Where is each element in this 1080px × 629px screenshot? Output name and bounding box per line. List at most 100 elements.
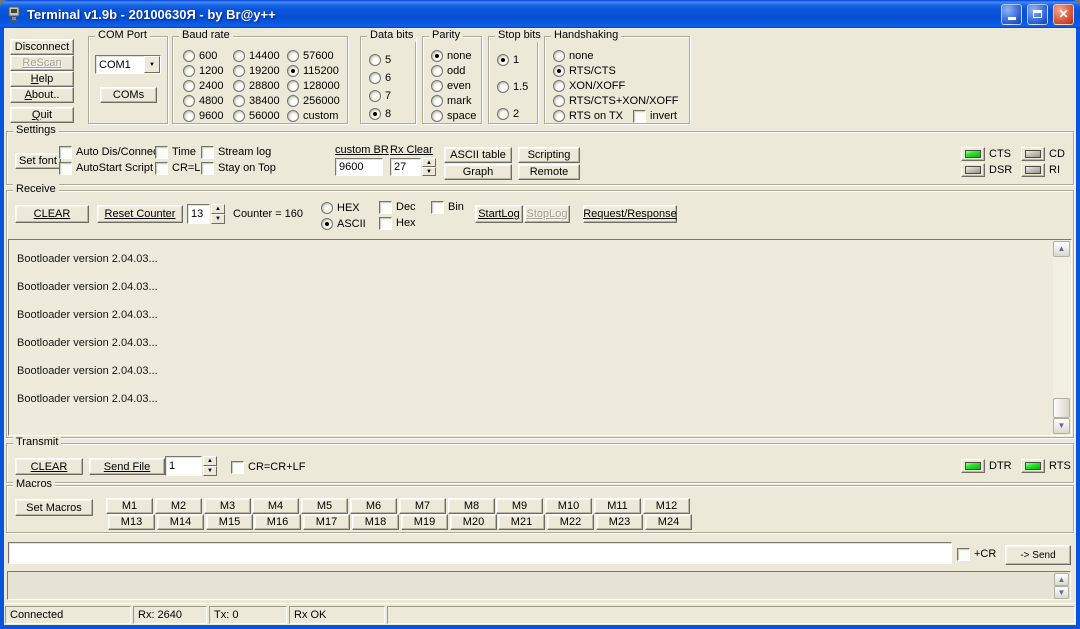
transmit-clear-button[interactable]: CLEAR (15, 458, 83, 475)
baud-option-1200[interactable]: 1200 (183, 64, 223, 78)
chevron-down-icon[interactable]: ▼ (144, 56, 160, 73)
baud-option-128000[interactable]: 128000 (287, 79, 340, 93)
hex-checkbox[interactable]: Hex (379, 216, 416, 230)
baud-option-2400[interactable]: 2400 (183, 79, 223, 93)
send-input[interactable] (8, 542, 952, 564)
spinner-value[interactable]: 1 (165, 456, 202, 476)
macro-button-m20[interactable]: M20 (450, 514, 497, 530)
coms-button[interactable]: COMs (100, 87, 157, 103)
scripting-button[interactable]: Scripting (518, 147, 580, 163)
baud-option-28800[interactable]: 28800 (233, 79, 280, 93)
handshaking-rts-on-tx[interactable]: RTS on TX invert (553, 109, 677, 123)
scroll-up-icon[interactable]: ▲ (1054, 573, 1069, 586)
parity-mark[interactable]: mark (431, 94, 471, 108)
dec-checkbox[interactable]: Dec (379, 200, 416, 214)
send-button[interactable]: -> Send (1005, 545, 1071, 565)
data-bits-5[interactable]: 5 (369, 53, 391, 67)
macro-button-m15[interactable]: M15 (206, 514, 253, 530)
ascii-table-button[interactable]: ASCII table (444, 147, 512, 163)
baud-option-4800[interactable]: 4800 (183, 94, 223, 108)
baud-option-38400[interactable]: 38400 (233, 94, 280, 108)
titlebar[interactable]: Terminal v1.9b - 20100630Я - by Br@y++ ✕ (0, 0, 1080, 28)
spin-down-icon[interactable]: ▼ (422, 167, 436, 176)
send-file-button[interactable]: Send File (89, 458, 165, 475)
transmit-scrollbar[interactable]: ▲ ▼ (1054, 573, 1069, 598)
receive-scrollbar[interactable]: ▲ ▼ (1053, 241, 1070, 434)
custom-br-input[interactable]: 9600 (335, 158, 383, 176)
stop-bits-1[interactable]: 1 (497, 53, 519, 67)
graph-button[interactable]: Graph (444, 164, 512, 180)
rx-clear-spinner[interactable]: 27 ▲▼ (390, 158, 436, 176)
parity-odd[interactable]: odd (431, 64, 465, 78)
quit-button[interactable]: Quit (10, 107, 74, 123)
macro-button-m16[interactable]: M16 (254, 514, 301, 530)
baud-option-9600[interactable]: 9600 (183, 109, 223, 123)
plus-cr-checkbox[interactable]: +CR (957, 547, 996, 561)
stop-bits-1-5[interactable]: 1.5 (497, 80, 528, 94)
macro-button-m21[interactable]: M21 (498, 514, 545, 530)
parity-none[interactable]: none (431, 49, 471, 63)
set-macros-button[interactable]: Set Macros (15, 499, 93, 516)
hex-mode-radio[interactable]: HEX (321, 201, 360, 215)
baud-option-256000[interactable]: 256000 (287, 94, 340, 108)
macro-button-m9[interactable]: M9 (496, 498, 543, 514)
spin-up-icon[interactable]: ▲ (422, 158, 436, 167)
spinner-value[interactable]: 13 (187, 204, 210, 224)
request-response-button[interactable]: Request/Response (583, 205, 677, 223)
data-bits-7[interactable]: 7 (369, 89, 391, 103)
parity-space[interactable]: space (431, 109, 476, 123)
scroll-down-icon[interactable]: ▼ (1054, 586, 1069, 599)
baud-option-56000[interactable]: 56000 (233, 109, 280, 123)
help-button[interactable]: Help (10, 71, 74, 87)
scroll-thumb[interactable] (1053, 398, 1070, 418)
invert-checkbox[interactable] (633, 110, 646, 123)
remote-button[interactable]: Remote (518, 164, 580, 180)
maximize-button[interactable] (1027, 4, 1048, 25)
close-button[interactable]: ✕ (1053, 4, 1074, 25)
macro-button-m23[interactable]: M23 (596, 514, 643, 530)
autostart-script-checkbox[interactable]: AutoStart Script (59, 161, 153, 175)
about-button[interactable]: About.. (10, 87, 74, 103)
scroll-up-icon[interactable]: ▲ (1053, 241, 1070, 257)
stream-log-checkbox[interactable]: Stream log (201, 145, 271, 159)
dtr-indicator[interactable]: DTR (961, 459, 1012, 473)
baud-option-14400[interactable]: 14400 (233, 49, 280, 63)
handshaking-rtscts[interactable]: RTS/CTS (553, 64, 616, 78)
data-bits-6[interactable]: 6 (369, 71, 391, 85)
macro-button-m22[interactable]: M22 (547, 514, 594, 530)
macro-button-m11[interactable]: M11 (594, 498, 641, 514)
macro-button-m4[interactable]: M4 (252, 498, 299, 514)
disconnect-button[interactable]: Disconnect (10, 39, 74, 55)
set-font-button[interactable]: Set font (15, 153, 61, 169)
spin-up-icon[interactable]: ▲ (203, 456, 217, 466)
macro-button-m2[interactable]: M2 (155, 498, 202, 514)
baud-option-600[interactable]: 600 (183, 49, 217, 63)
macro-button-m24[interactable]: M24 (645, 514, 692, 530)
cr-lf-checkbox[interactable]: CR=LF (155, 161, 207, 175)
macro-button-m19[interactable]: M19 (401, 514, 448, 530)
minimize-button[interactable] (1001, 4, 1022, 25)
cr-crlf-checkbox[interactable]: CR=CR+LF (231, 460, 305, 474)
macro-button-m7[interactable]: M7 (399, 498, 446, 514)
transmit-edit-area[interactable]: ▲ ▼ (7, 571, 1071, 600)
data-bits-8[interactable]: 8 (369, 107, 391, 121)
handshaking-both[interactable]: RTS/CTS+XON/XOFF (553, 94, 679, 108)
rts-indicator[interactable]: RTS (1021, 459, 1071, 473)
spin-up-icon[interactable]: ▲ (211, 204, 225, 214)
macro-button-m10[interactable]: M10 (545, 498, 592, 514)
baud-option-57600[interactable]: 57600 (287, 49, 334, 63)
scroll-track[interactable] (1053, 257, 1070, 418)
rx-lines-spinner[interactable]: 13 ▲▼ (187, 204, 225, 224)
scroll-down-icon[interactable]: ▼ (1053, 418, 1070, 434)
stay-on-top-checkbox[interactable]: Stay on Top (201, 161, 276, 175)
auto-disconnect-checkbox[interactable]: Auto Dis/Connect (59, 145, 162, 159)
receive-clear-button[interactable]: CLEAR (15, 205, 89, 223)
baud-option-115200[interactable]: 115200 (287, 64, 339, 78)
handshaking-xonxoff[interactable]: XON/XOFF (553, 79, 625, 93)
macro-button-m12[interactable]: M12 (643, 498, 690, 514)
macro-button-m17[interactable]: M17 (303, 514, 350, 530)
stop-bits-2[interactable]: 2 (497, 107, 519, 121)
handshaking-none[interactable]: none (553, 49, 593, 63)
spin-down-icon[interactable]: ▼ (203, 466, 217, 476)
macro-button-m3[interactable]: M3 (204, 498, 251, 514)
